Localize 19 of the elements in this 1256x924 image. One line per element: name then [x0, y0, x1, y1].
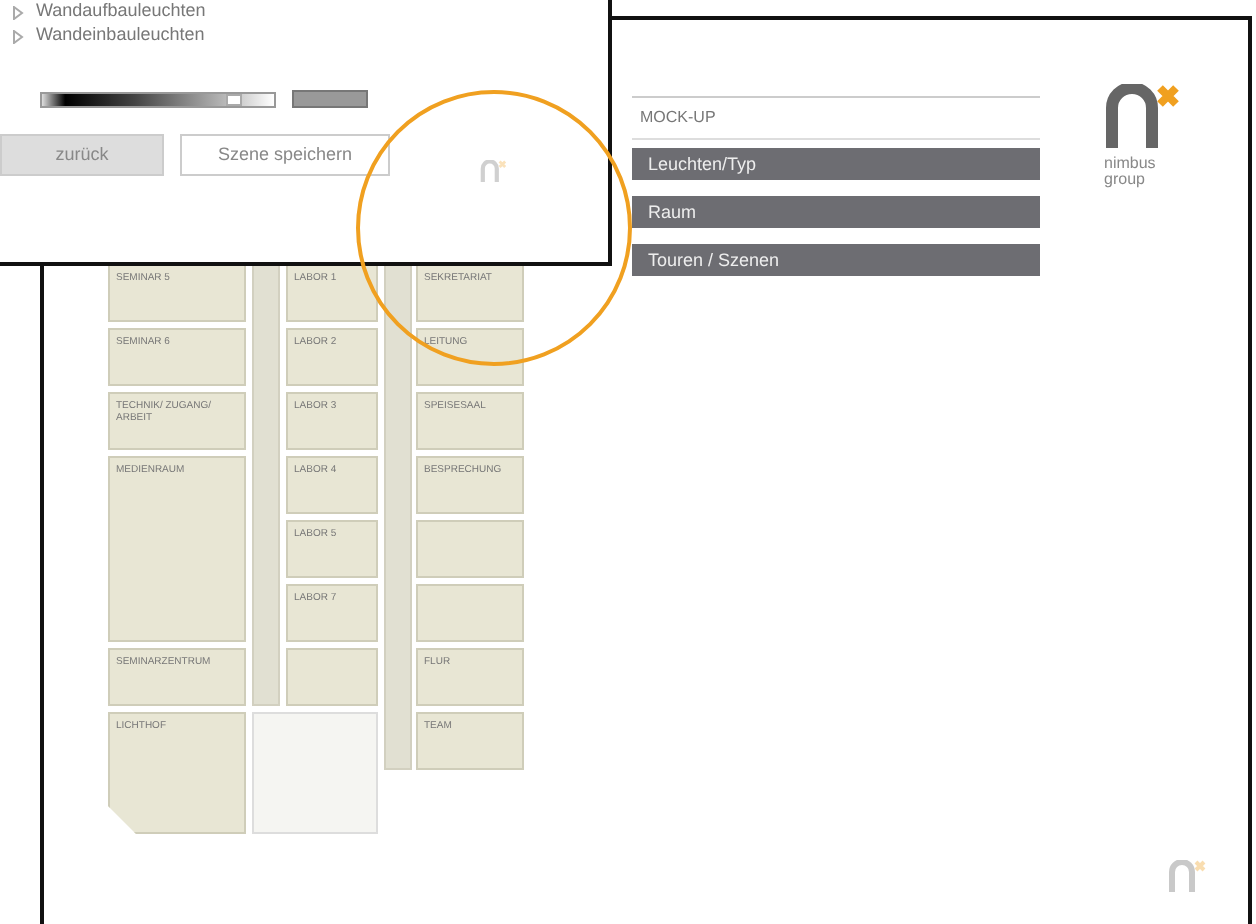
- value-field[interactable]: [292, 90, 368, 108]
- menu-bar[interactable]: Raum: [632, 196, 1040, 228]
- menu-bar[interactable]: Leuchten/Typ: [632, 148, 1040, 180]
- stairwell: [252, 712, 378, 834]
- menu-bar[interactable]: Touren / Szenen: [632, 244, 1040, 276]
- slider-thumb[interactable]: [225, 93, 242, 105]
- small-logo-icon: [480, 160, 508, 183]
- logo-icon: [1104, 84, 1184, 148]
- room[interactable]: [416, 520, 524, 578]
- logo-text: nimbus group: [1104, 156, 1158, 188]
- small-logo-icon: [1168, 860, 1208, 892]
- window-title: MOCK-UP: [632, 96, 1040, 140]
- panel-button[interactable]: zurück: [0, 134, 164, 176]
- room[interactable]: [286, 648, 378, 706]
- slider-track[interactable]: [40, 91, 276, 107]
- room[interactable]: [416, 584, 524, 642]
- list-item[interactable]: Wandaufbauleuchten: [36, 0, 206, 26]
- panel-button[interactable]: Szene speichern: [180, 134, 390, 176]
- list-item[interactable]: Wandeinbauleuchten: [36, 22, 205, 50]
